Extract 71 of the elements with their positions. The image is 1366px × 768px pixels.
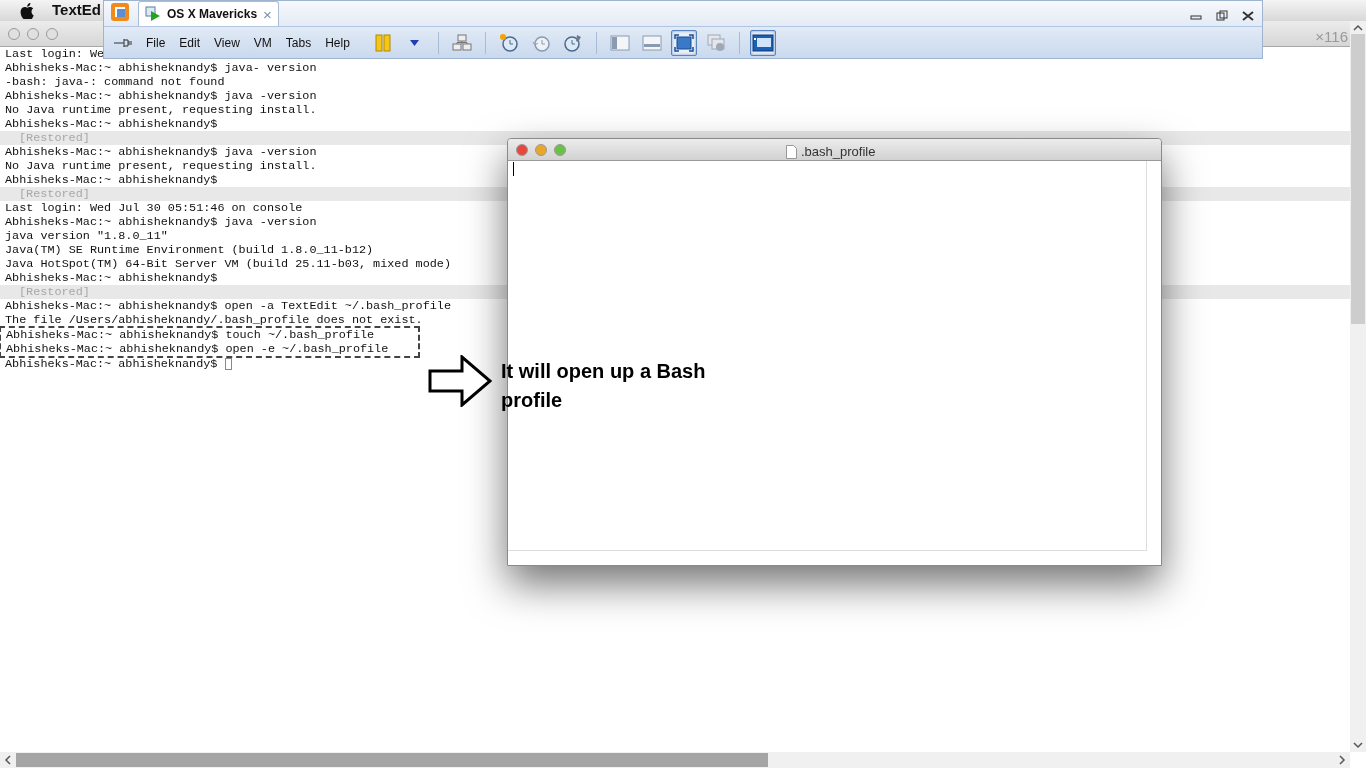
scroll-up-icon[interactable] [1353,23,1363,33]
arrow-icon [428,355,492,407]
toolbar-button[interactable] [670,29,697,56]
terminal-line: Abhisheks-Mac:~ abhisheknandy$ java -version [5,145,317,159]
close-icon[interactable] [1242,11,1254,21]
close-button[interactable] [516,143,528,156]
restored-marker: [Restored] [19,131,90,145]
window-icon [706,33,725,52]
text-cursor [513,162,514,176]
terminal-line: Abhisheks-Mac:~ abhisheknandy$ open -a TextEdit ~/.bash_profile [5,299,451,313]
console-view-icon [751,33,774,52]
minimize-button[interactable] [27,27,39,40]
pause-icon [374,33,391,52]
terminal-line: Abhisheks-Mac:~ abhisheknandy$ touch ~/.bash_profile [6,328,375,342]
terminal-line: No Java runtime present, requesting install. [5,103,317,117]
menu-item[interactable]: View [208,33,246,52]
window-title: .bash_profile [801,143,876,161]
close-tab-button[interactable]: × [263,6,272,22]
app-menu-title[interactable]: TextEd [52,0,101,22]
annotation-text: It will open up a Bash profile [501,359,707,413]
terminal-line: Abhisheks-Mac:~ abhisheknandy$ open -e ~/.bash_profile [6,342,389,356]
apple-logo-icon [20,2,34,19]
horizontal-scrollbar[interactable] [0,752,1350,768]
scroll-right-icon[interactable] [1337,755,1347,765]
network-icon [451,33,472,52]
terminal-line: java version "1.8.0_11" [5,229,168,243]
restore-icon[interactable] [1216,10,1228,22]
panel-icon [641,34,662,51]
terminal-line: Abhisheks-Mac:~ abhisheknandy$ [5,173,218,187]
scroll-left-icon[interactable] [3,755,13,765]
clock-wrench-icon [562,32,583,53]
close-button[interactable] [8,27,20,40]
terminal-line: The file /Users/abhisheknandy/.bash_profile does not exist. [5,313,423,327]
fullscreen-icon [673,33,694,52]
terminal-line: Abhisheks-Mac:~ abhisheknandy$ [5,271,218,285]
toolbar-button[interactable] [749,29,776,56]
clock-icon [498,32,519,53]
restored-marker: [Restored] [19,187,90,201]
menu-item[interactable]: Edit [173,33,207,52]
vm-play-icon [145,6,161,22]
scroll-down-icon[interactable] [1353,740,1363,750]
terminal-line: Abhisheks-Mac:~ abhisheknandy$ java -version [5,89,317,103]
vertical-scrollbar[interactable] [1350,21,1366,752]
restored-marker: [Restored] [19,285,90,299]
terminal-line: Abhisheks-Mac:~ abhisheknandy$ [5,117,218,131]
terminal-line: Java HotSpot(TM) 64-Bit Server VM (build 25.11-b03, mixed mode) [5,257,451,271]
zoom-button[interactable] [46,27,58,40]
minimize-button[interactable] [535,143,547,156]
menu-item[interactable]: Tabs [279,33,318,52]
minimize-icon[interactable] [1190,12,1202,20]
scrollbar-thumb[interactable] [1351,34,1365,324]
terminal-line: Abhisheks-Mac:~ abhisheknandy$ java -version [5,215,317,229]
terminal-size-label: ×116 [1315,27,1348,48]
caret-icon [410,39,420,46]
pin-icon[interactable] [114,37,132,48]
app-logo-icon [110,2,130,22]
zoom-button[interactable] [554,143,566,156]
sidebar-icon [609,34,630,51]
terminal-line: No Java runtime present, requesting install. [5,159,317,173]
text-cursor [225,358,233,370]
terminal-line: Last login: Wed Jul 30 05:51:46 on console [5,201,303,215]
terminal-line: Java(TM) SE Runtime Environment (build 1.8.0_11-b12) [5,243,374,257]
terminal-line: Abhisheks-Mac:~ abhisheknandy$ [5,357,218,371]
scrollbar-thumb[interactable] [16,753,768,767]
menu-item[interactable]: Help [319,33,356,52]
menu-item[interactable]: VM [247,33,278,52]
terminal-line: -bash: java-: command not found [5,75,225,89]
terminal-line: Last login: We [5,47,105,61]
menu-item[interactable]: File [140,33,172,52]
vm-tab[interactable]: OS X Mavericks × [138,1,279,26]
terminal-line: Abhisheks-Mac:~ abhisheknandy$ java- version [5,61,317,75]
